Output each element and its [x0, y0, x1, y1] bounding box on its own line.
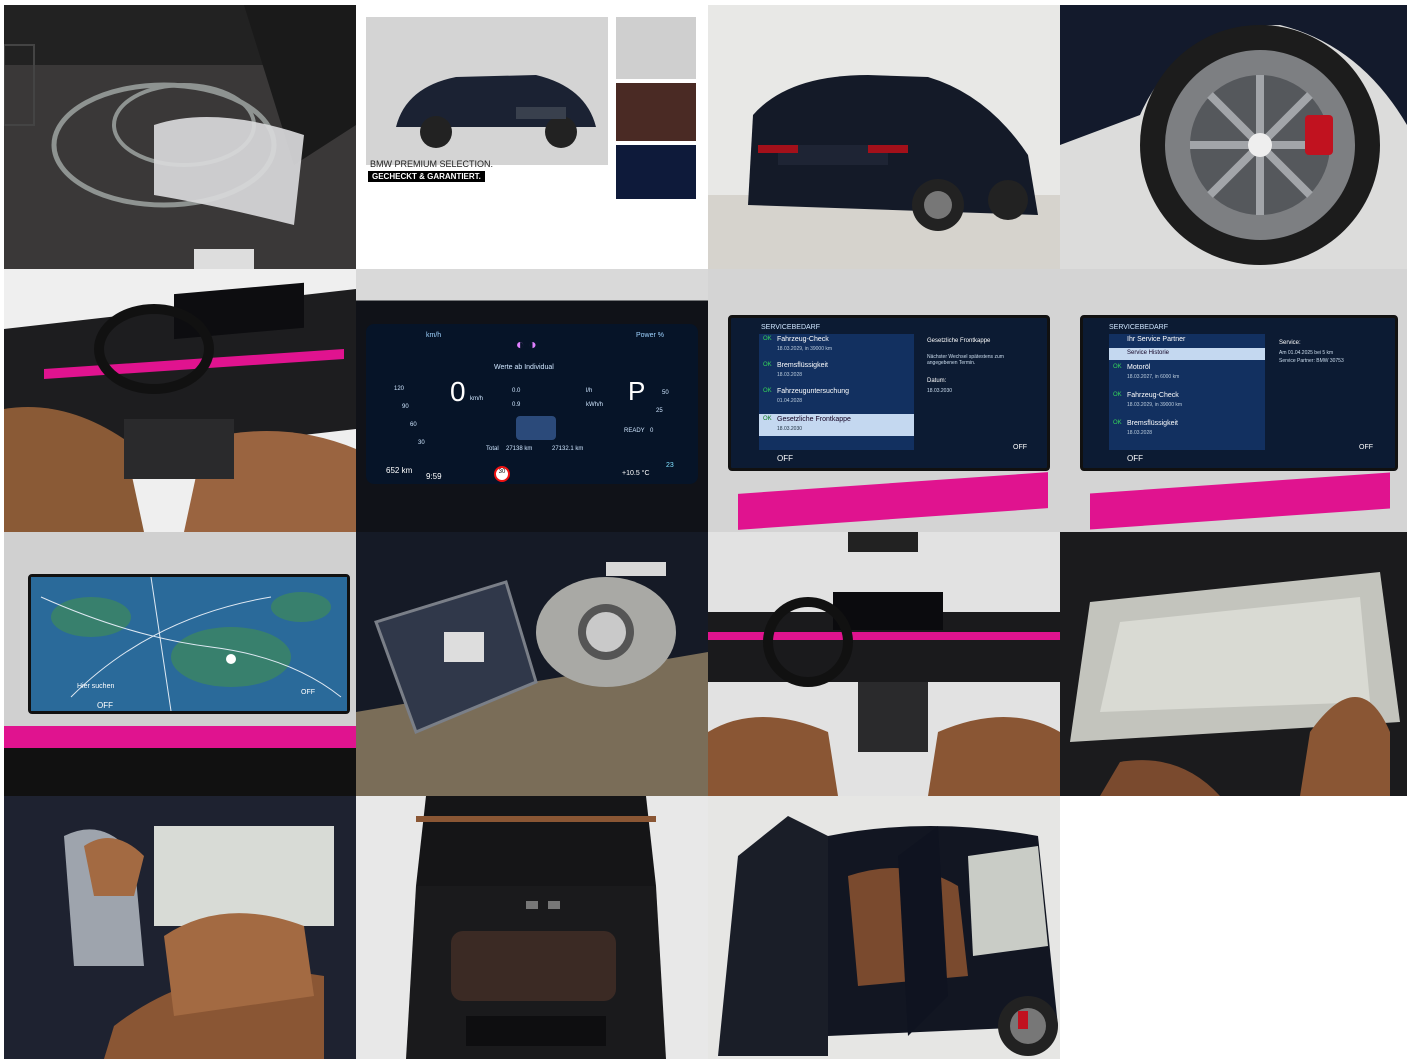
cluster-row1-unit: l/h — [586, 388, 593, 394]
speed-limit-value: 30 — [498, 469, 506, 475]
service1-header: SERVICEBEDARF — [761, 324, 820, 331]
wheel-illustration — [1060, 5, 1407, 269]
cluster-ready: READY — [624, 428, 645, 434]
map-illustration — [31, 576, 347, 712]
cluster-battery-pct: 23 — [666, 462, 674, 469]
photo-charging-port[interactable] — [356, 532, 708, 796]
cluster-display: km/h Power % ◐ ◑ Werte ab Individual 0 k… — [366, 324, 698, 484]
cluster-temp: +10.5 °C — [622, 470, 650, 477]
photo-rear-seats[interactable] — [4, 796, 356, 1059]
charging-port-illustration — [356, 532, 708, 796]
cluster-trip-km: 27132.1 km — [552, 446, 584, 452]
rear-seats-illustration — [4, 796, 356, 1059]
navmap-off-right[interactable]: OFF — [301, 689, 315, 696]
service1-detail-text: Nächster Wechsel spätestens zum angegebe… — [927, 354, 1004, 366]
service1-off-right[interactable]: OFF — [1013, 444, 1027, 451]
service2-climate-off[interactable]: OFF — [1127, 454, 1143, 463]
photo-service-screen-2[interactable]: SERVICEBEDARF Ihr Service Partner Servic… — [1060, 269, 1407, 532]
service1-display: SERVICEBEDARF OK Fahrzeug-Check 18.03.20… — [728, 315, 1050, 471]
service1-item-4[interactable]: OK Gesetzliche Frontkappe 18.03.2030 — [759, 414, 914, 436]
cockpit-illustration — [708, 532, 1060, 796]
service1-list: OK Fahrzeug-Check 18.03.2029, in 39000 k… — [759, 334, 914, 450]
cluster-ambient-icons: ◐ ◑ — [516, 336, 537, 352]
service2-off-right[interactable]: OFF — [1359, 444, 1373, 451]
photo-trunk-charging-cable[interactable] — [4, 5, 356, 269]
brochure-thumb-cluster — [616, 145, 696, 199]
brochure-tagline: GECHECKT & GARANTIERT. — [368, 171, 485, 182]
service1-climate-off[interactable]: OFF — [777, 454, 793, 463]
service1-detail-title: Gesetzliche Frontkappe — [927, 338, 991, 344]
photo-front-interior-dashboard[interactable] — [4, 269, 356, 532]
navmap-climate-off[interactable]: OFF — [97, 701, 113, 710]
navmap-display: Hier suchen OFF OFF — [28, 574, 350, 714]
rear-exterior-illustration — [708, 5, 1060, 269]
service1-date-value: 18.03.2030 — [927, 388, 953, 394]
photo-wheel-closeup[interactable] — [1060, 5, 1407, 269]
cluster-clock: 9:59 — [426, 472, 442, 481]
side-doors-illustration — [708, 796, 1060, 1059]
ambient-light-strip — [1090, 472, 1390, 530]
photo-premium-selection-brochure[interactable]: BMW PREMIUM SELECTION. GECHECKT & GARANT… — [356, 5, 708, 269]
photo-instrument-cluster[interactable]: km/h Power % ◐ ◑ Werte ab Individual 0 k… — [356, 269, 708, 532]
service2-header: SERVICEBEDARF — [1109, 324, 1168, 331]
service2-display: SERVICEBEDARF Ihr Service Partner Servic… — [1080, 315, 1398, 471]
navmap-search[interactable]: Hier suchen — [77, 683, 114, 690]
photo-navigation-map[interactable]: Hier suchen OFF OFF — [4, 532, 356, 796]
cluster-row1-value: 0.0 — [512, 388, 521, 394]
dash-lower — [4, 748, 356, 796]
service2-partner-item[interactable]: Ihr Service Partner — [1127, 336, 1185, 343]
brochure-thumb-exterior — [616, 17, 696, 79]
photo-cockpit-overview[interactable] — [708, 532, 1060, 796]
service2-side-line2: Service Partner: BMW 30753 — [1279, 358, 1344, 364]
cluster-left-tick-2: 90 — [402, 404, 409, 410]
cluster-right-tick-3: 0 — [650, 428, 654, 434]
ambient-light-strip — [4, 726, 356, 748]
cluster-left-tick-3: 60 — [410, 422, 417, 428]
photo-service-screen-1[interactable]: SERVICEBEDARF OK Fahrzeug-Check 18.03.20… — [708, 269, 1060, 532]
car-graphic — [516, 416, 556, 440]
interior-illustration — [4, 269, 356, 532]
cluster-range: 652 km — [386, 466, 413, 475]
cluster-right-header: Power % — [636, 332, 665, 339]
cluster-left-tick-1: 120 — [394, 386, 405, 392]
service2-list: Ihr Service Partner Service Historie OK … — [1109, 334, 1265, 450]
rear-console-illustration — [356, 796, 708, 1059]
cluster-row2-unit: kWh/h — [586, 402, 604, 408]
cluster-center-title: Werte ab Individual — [494, 364, 554, 371]
cluster-left-tick-4: 30 — [418, 440, 425, 446]
cluster-speed-unit: km/h — [470, 396, 484, 402]
ambient-light-strip — [738, 472, 1048, 530]
photo-panorama-roof[interactable] — [1060, 532, 1407, 796]
cluster-speed: 0 — [450, 376, 466, 407]
trunk-illustration — [4, 5, 356, 269]
service1-date-label: Datum: — [927, 378, 947, 384]
brochure-thumb-interior — [616, 83, 696, 141]
cluster-row2-value: 0.9 — [512, 402, 521, 408]
cluster-total-label: Total — [486, 446, 499, 452]
panorama-roof-illustration — [1060, 532, 1407, 796]
brochure-brand-line: BMW PREMIUM SELECTION. — [370, 159, 494, 169]
cluster-right-tick-1: 50 — [662, 390, 669, 396]
cluster-gear: P — [628, 376, 646, 406]
service2-side-title: Service: — [1279, 340, 1301, 346]
speed-limit-sign: 30 — [494, 466, 510, 482]
service2-history-item[interactable]: Service Historie — [1109, 348, 1265, 360]
cluster-total-km: 27138 km — [506, 446, 533, 452]
brochure-main-car-photo — [366, 17, 608, 165]
service2-side-line1: Am 01.04.2025 bei 5 km — [1279, 350, 1334, 356]
cluster-right-tick-2: 25 — [656, 408, 663, 414]
photo-side-doors-open[interactable] — [708, 796, 1060, 1059]
photo-rear-exterior[interactable] — [708, 5, 1060, 269]
cluster-left-header: km/h — [426, 332, 442, 339]
photo-rear-console[interactable] — [356, 796, 708, 1059]
